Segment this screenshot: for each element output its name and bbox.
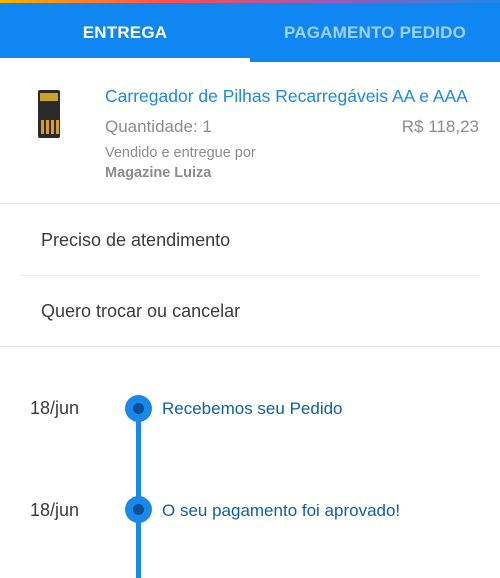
battery-cell xyxy=(56,120,59,134)
tab-pagamento-pedido[interactable]: PAGAMENTO PEDIDO xyxy=(250,3,500,62)
need-support-button[interactable]: Preciso de atendimento xyxy=(0,205,500,276)
product-name-link[interactable]: Carregador de Pilhas Recarregáveis AA e … xyxy=(105,86,468,107)
battery-charger-icon[interactable] xyxy=(38,90,60,138)
seller-name: Magazine Luiza xyxy=(105,165,212,181)
timeline-dot-icon xyxy=(125,496,152,523)
exchange-cancel-label: Quero trocar ou cancelar xyxy=(41,300,241,321)
timeline-date: 18/jun xyxy=(30,500,80,520)
tab-entrega[interactable]: ENTREGA xyxy=(0,3,250,62)
timeline-status: O seu pagamento foi aprovado! xyxy=(162,501,401,520)
thumbnail-label-strip xyxy=(40,93,58,101)
product-price: R$ 118,23 xyxy=(401,117,479,136)
sold-by-label: Vendido e entregue por xyxy=(105,145,256,161)
product-item[interactable]: Carregador de Pilhas Recarregáveis AA e … xyxy=(0,62,500,204)
timeline-line xyxy=(136,408,141,578)
exchange-cancel-button[interactable]: Quero trocar ou cancelar xyxy=(0,276,500,347)
battery-cell xyxy=(41,120,44,134)
timeline-status: Recebemos seu Pedido xyxy=(162,399,343,418)
need-support-label: Preciso de atendimento xyxy=(41,230,231,250)
timeline-date: 18/jun xyxy=(30,398,80,418)
timeline-dot-icon xyxy=(125,395,152,422)
product-quantity: Quantidade: 1 xyxy=(105,117,212,136)
battery-cell xyxy=(46,120,49,134)
battery-cell xyxy=(51,120,54,134)
tab-bar: ENTREGA PAGAMENTO PEDIDO xyxy=(0,0,500,62)
